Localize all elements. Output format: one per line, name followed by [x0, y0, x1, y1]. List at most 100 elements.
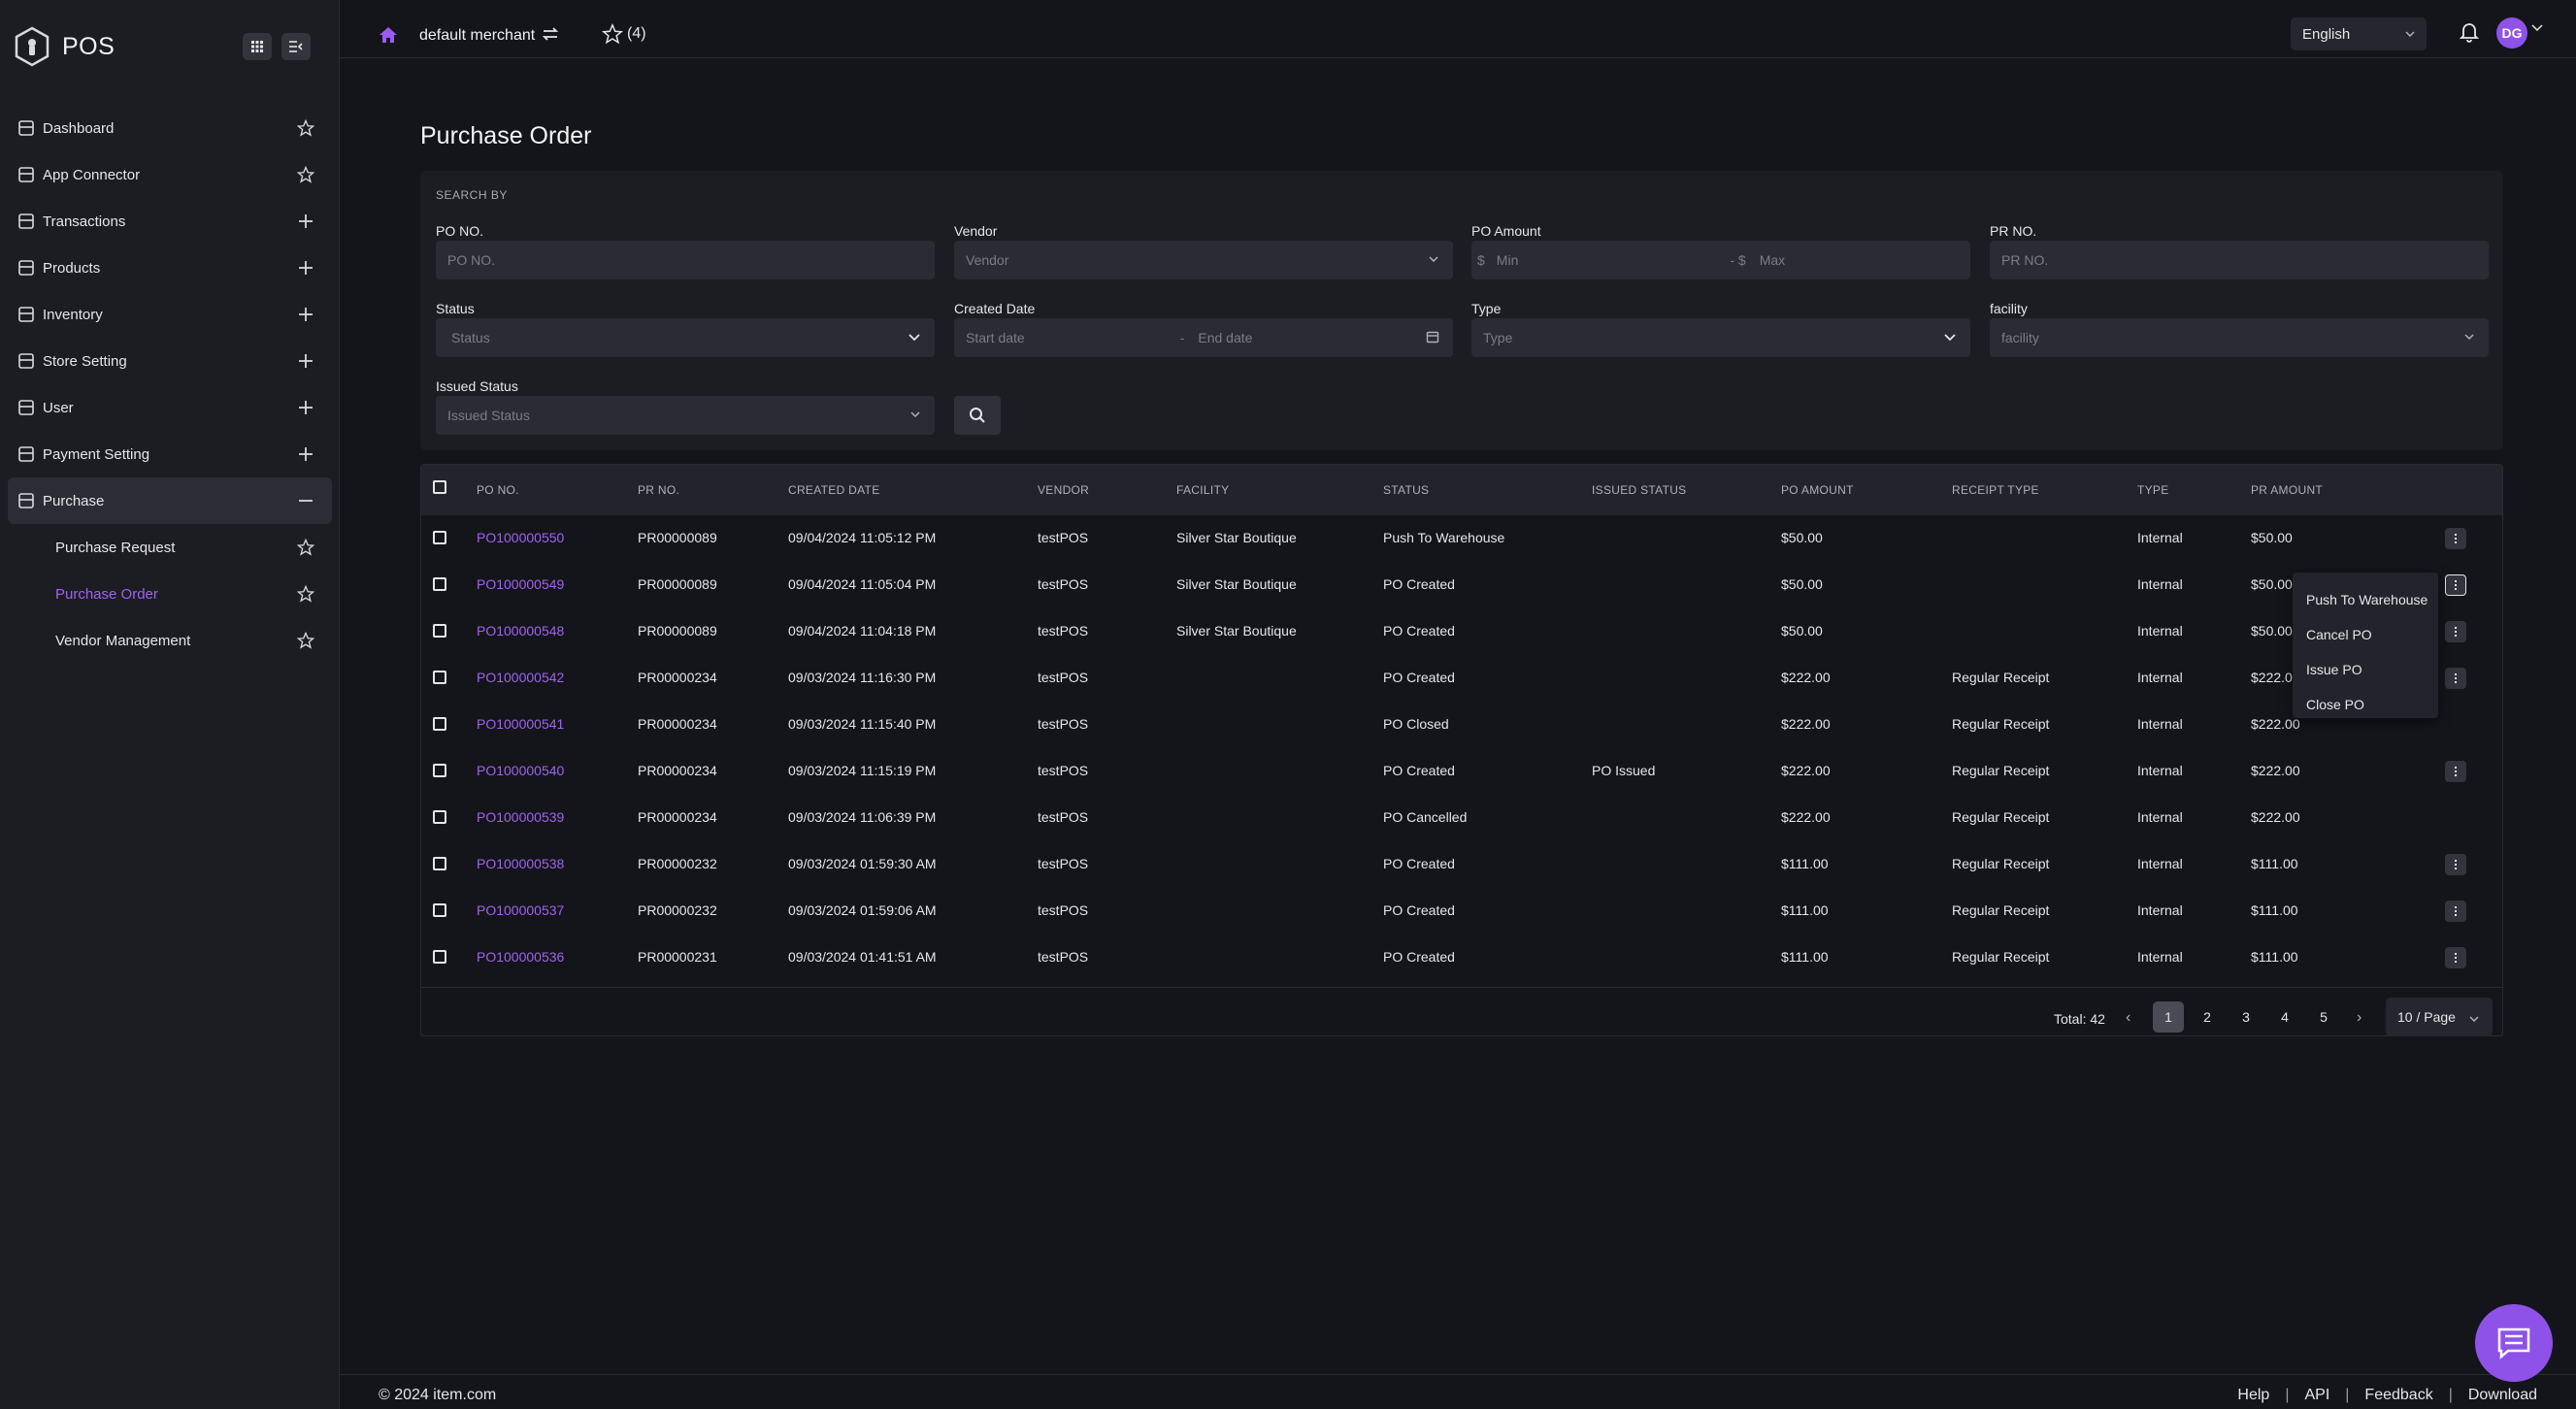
footer-link-api[interactable]: API — [2304, 1387, 2329, 1404]
row-actions-button[interactable] — [2445, 528, 2466, 549]
status-select[interactable]: Status — [436, 318, 935, 357]
expand-plus-icon[interactable] — [295, 304, 316, 325]
sidebar-item-dashboard[interactable]: Dashboard — [0, 105, 340, 151]
row-actions-button[interactable] — [2445, 761, 2466, 782]
vendor-select[interactable]: Vendor — [954, 241, 1453, 279]
row-checkbox[interactable] — [433, 857, 446, 870]
row-actions-button[interactable] — [2445, 668, 2466, 689]
column-header[interactable]: FACILITY — [1176, 483, 1229, 497]
page-1-button[interactable]: 1 — [2153, 1001, 2184, 1032]
footer-link-feedback[interactable]: Feedback — [2364, 1387, 2432, 1404]
sidebar-subitem-purchase-request[interactable]: Purchase Request — [0, 524, 340, 571]
sidebar-subitem-vendor-management[interactable]: Vendor Management — [0, 617, 340, 664]
expand-plus-icon[interactable] — [295, 443, 316, 465]
row-actions-button[interactable] — [2445, 574, 2466, 596]
avatar[interactable]: DG — [2496, 17, 2527, 49]
expand-plus-icon[interactable] — [295, 257, 316, 279]
star-icon[interactable] — [295, 583, 316, 605]
start-date-input[interactable]: Start date — [966, 330, 1025, 345]
star-icon[interactable] — [295, 164, 316, 185]
po-number-link[interactable]: PO100000549 — [477, 576, 564, 592]
facility-select[interactable]: facility — [1990, 318, 2489, 357]
row-checkbox[interactable] — [433, 903, 446, 917]
po-number-link[interactable]: PO100000540 — [477, 763, 564, 778]
brand[interactable]: POS — [14, 25, 115, 68]
sidebar-item-purchase[interactable]: Purchase — [8, 477, 332, 524]
po-number-link[interactable]: PO100000550 — [477, 530, 564, 545]
column-header[interactable]: VENDOR — [1038, 483, 1089, 497]
column-header[interactable]: PR NO. — [638, 483, 679, 497]
row-checkbox[interactable] — [433, 624, 446, 638]
po-no-input[interactable]: PO NO. — [436, 241, 935, 279]
po-number-link[interactable]: PO100000548 — [477, 623, 564, 639]
prev-page-icon[interactable]: ‹ — [2126, 1009, 2130, 1027]
column-header[interactable]: RECEIPT TYPE — [1952, 483, 2039, 497]
star-icon[interactable] — [295, 630, 316, 651]
apps-grid-button[interactable] — [243, 33, 272, 60]
po-amount-range[interactable]: $ Min - $ Max — [1471, 241, 1970, 279]
footer-link-help[interactable]: Help — [2237, 1387, 2269, 1404]
chevron-down-icon[interactable] — [2531, 24, 2543, 32]
star-icon[interactable] — [295, 537, 316, 558]
merchant-name[interactable]: default merchant — [419, 27, 535, 45]
next-page-icon[interactable]: › — [2357, 1009, 2361, 1027]
column-header[interactable]: STATUS — [1383, 483, 1429, 497]
page-4-button[interactable]: 4 — [2269, 1001, 2300, 1032]
type-select[interactable]: Type — [1471, 318, 1970, 357]
po-number-link[interactable]: PO100000541 — [477, 716, 564, 732]
chat-button[interactable] — [2475, 1304, 2553, 1382]
collapse-minus-icon[interactable] — [295, 490, 316, 511]
page-size-select[interactable]: 10 / Page — [2386, 998, 2493, 1036]
page-5-button[interactable]: 5 — [2308, 1001, 2339, 1032]
sidebar-subitem-purchase-order[interactable]: Purchase Order — [0, 571, 340, 617]
home-icon[interactable] — [379, 25, 398, 45]
row-actions-button[interactable] — [2445, 947, 2466, 968]
po-number-link[interactable]: PO100000539 — [477, 809, 564, 825]
sidebar-item-inventory[interactable]: Inventory — [0, 291, 340, 338]
row-checkbox[interactable] — [433, 764, 446, 777]
row-actions-button[interactable] — [2445, 901, 2466, 922]
pr-no-input[interactable]: PR NO. — [1990, 241, 2489, 279]
menu-item-cancel-po[interactable]: Cancel PO — [2293, 617, 2438, 652]
column-header[interactable]: CREATED DATE — [788, 483, 880, 497]
expand-plus-icon[interactable] — [295, 397, 316, 418]
sidebar-item-products[interactable]: Products — [0, 245, 340, 291]
menu-item-issue-po[interactable]: Issue PO — [2293, 652, 2438, 687]
po-number-link[interactable]: PO100000536 — [477, 949, 564, 965]
column-header[interactable]: ISSUED STATUS — [1592, 483, 1686, 497]
row-checkbox[interactable] — [433, 810, 446, 824]
expand-plus-icon[interactable] — [295, 350, 316, 372]
collapse-sidebar-button[interactable] — [281, 33, 311, 60]
favorites-button[interactable]: (4) — [602, 23, 646, 45]
row-checkbox[interactable] — [433, 531, 446, 544]
column-header[interactable]: PO NO. — [477, 483, 519, 497]
issued-status-select[interactable]: Issued Status — [436, 396, 935, 435]
sidebar-item-payment-setting[interactable]: Payment Setting — [0, 431, 340, 477]
sidebar-item-app-connector[interactable]: App Connector — [0, 151, 340, 198]
page-2-button[interactable]: 2 — [2192, 1001, 2223, 1032]
expand-plus-icon[interactable] — [295, 211, 316, 232]
po-number-link[interactable]: PO100000542 — [477, 670, 564, 685]
row-checkbox[interactable] — [433, 950, 446, 964]
language-select[interactable]: English — [2291, 17, 2427, 50]
row-checkbox[interactable] — [433, 577, 446, 591]
column-header[interactable]: PO AMOUNT — [1781, 483, 1854, 497]
page-3-button[interactable]: 3 — [2230, 1001, 2262, 1032]
footer-link-download[interactable]: Download — [2468, 1387, 2537, 1404]
search-button[interactable] — [954, 396, 1001, 435]
sidebar-item-transactions[interactable]: Transactions — [0, 198, 340, 245]
end-date-input[interactable]: End date — [1198, 330, 1252, 345]
sidebar-item-user[interactable]: User — [0, 384, 340, 431]
menu-item-push-to-warehouse[interactable]: Push To Warehouse — [2293, 582, 2438, 617]
bell-icon[interactable] — [2460, 21, 2479, 43]
select-all-checkbox[interactable] — [433, 480, 446, 494]
column-header[interactable]: TYPE — [2137, 483, 2169, 497]
po-amount-min-input[interactable]: Min — [1497, 252, 1519, 268]
sidebar-item-store-setting[interactable]: Store Setting — [0, 338, 340, 384]
row-actions-button[interactable] — [2445, 854, 2466, 875]
po-number-link[interactable]: PO100000538 — [477, 856, 564, 871]
po-number-link[interactable]: PO100000537 — [477, 902, 564, 918]
row-actions-button[interactable] — [2445, 621, 2466, 642]
row-checkbox[interactable] — [433, 717, 446, 731]
star-icon[interactable] — [295, 117, 316, 139]
